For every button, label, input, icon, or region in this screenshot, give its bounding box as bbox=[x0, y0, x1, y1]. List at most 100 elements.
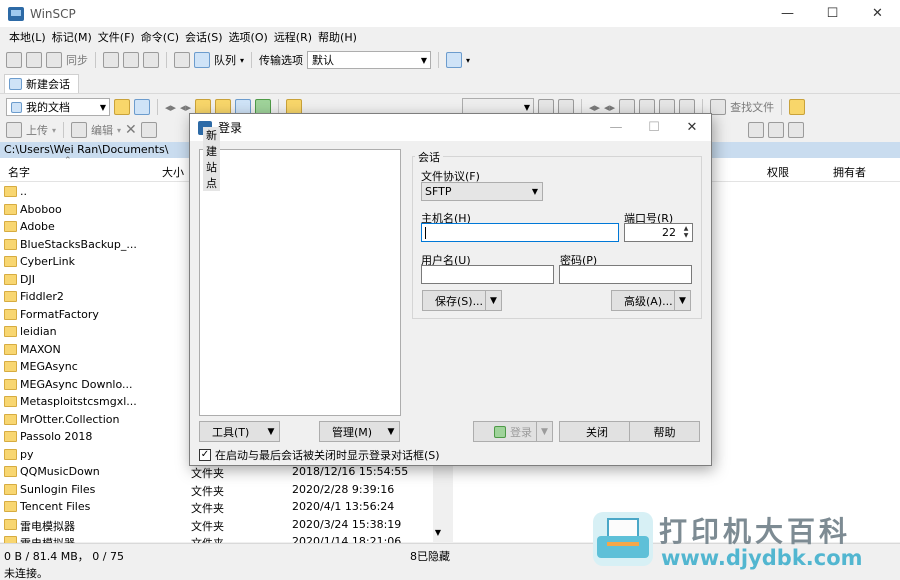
menu-bar: 本地(L) 标记(M) 文件(F) 命令(C) 会话(S) 选项(O) 远程(R… bbox=[0, 27, 900, 47]
copy-icon[interactable] bbox=[123, 52, 139, 68]
minus-icon[interactable] bbox=[768, 122, 784, 138]
folder-icon bbox=[4, 291, 17, 302]
file-row[interactable]: Tencent Files 文件夹 2020/4/1 13:56:24 bbox=[0, 498, 435, 515]
port-spinner-icon[interactable]: ▲ ▼ bbox=[681, 225, 691, 240]
upload-icon[interactable] bbox=[6, 122, 22, 138]
close-button[interactable]: 关闭 bbox=[559, 421, 635, 442]
upload-button[interactable]: 上传 bbox=[26, 122, 48, 138]
file-type: 文件夹 bbox=[191, 467, 224, 480]
login-button[interactable]: 登录 ▼ bbox=[473, 421, 553, 442]
file-name: MAXON bbox=[20, 342, 61, 356]
winscp-app-icon bbox=[8, 6, 24, 21]
queue-chevron-down-icon[interactable]: ▾ bbox=[240, 56, 244, 65]
maximize-button[interactable]: ☐ bbox=[810, 0, 855, 27]
login-arrow-icon bbox=[494, 425, 506, 438]
sync-browse-icon[interactable] bbox=[26, 52, 42, 68]
show-login-checkbox-row[interactable]: ✓ 在启动与最后会话被关闭时显示登录对话框(S) bbox=[199, 447, 440, 463]
chevron-down-icon[interactable]: ▼ bbox=[536, 422, 552, 441]
show-login-checkbox[interactable]: ✓ bbox=[199, 449, 211, 461]
close-window-button[interactable]: ✕ bbox=[855, 0, 900, 27]
chevron-down-icon[interactable]: ▼ bbox=[485, 291, 501, 310]
forward-icon[interactable]: ◂▸ bbox=[180, 101, 191, 114]
queue-icon[interactable] bbox=[194, 52, 210, 68]
folder-icon bbox=[4, 518, 17, 530]
minimize-button[interactable]: — bbox=[765, 0, 810, 27]
file-name: CyberLink bbox=[20, 255, 75, 268]
menu-options[interactable]: 选项(O) bbox=[226, 29, 271, 45]
menu-session[interactable]: 会话(S) bbox=[182, 29, 226, 45]
help-button-label: 帮助 bbox=[653, 425, 676, 439]
advanced-button[interactable]: 高级(A)... ▼ bbox=[611, 290, 691, 311]
local-location-select[interactable]: 我的文档 ▼ bbox=[6, 98, 110, 116]
edit-chevron-down-icon[interactable]: ▾ bbox=[117, 126, 121, 135]
site-item-new[interactable]: 新建站点 bbox=[203, 126, 220, 191]
file-date: 2020/3/24 15:38:19 bbox=[292, 517, 402, 531]
dialog-minimize-button: — bbox=[609, 120, 623, 135]
port-input[interactable]: 22 ▲ ▼ bbox=[624, 223, 693, 242]
chevron-down-icon: ▼ bbox=[267, 426, 275, 437]
parent-dir-icon bbox=[4, 186, 17, 197]
user-input[interactable] bbox=[421, 265, 554, 284]
remote-forward-icon[interactable]: ◂▸ bbox=[604, 101, 615, 114]
menu-local[interactable]: 本地(L) bbox=[6, 29, 49, 45]
column-rights[interactable]: 权限 bbox=[767, 164, 789, 180]
dialog-close-button[interactable]: ✕ bbox=[673, 114, 711, 141]
chevron-down-icon[interactable]: ▼ bbox=[674, 291, 690, 310]
manage-button[interactable]: 管理(M) ▼ bbox=[319, 421, 400, 442]
edit-icon[interactable] bbox=[71, 122, 88, 138]
tab-new-session[interactable]: 新建会话 bbox=[4, 74, 79, 93]
file-row[interactable]: Sunlogin Files 文件夹 2020/2/28 9:39:16 bbox=[0, 481, 435, 498]
menu-remote[interactable]: 远程(R) bbox=[271, 29, 315, 45]
transfer-options-select[interactable]: 默认 ▼ bbox=[307, 51, 432, 69]
dialog-title-bar: 登录 — ☐ ✕ bbox=[190, 114, 711, 141]
select-icon[interactable] bbox=[788, 122, 804, 138]
host-input[interactable] bbox=[421, 223, 619, 242]
remote-tree-icon[interactable] bbox=[789, 99, 806, 115]
menu-help[interactable]: 帮助(H) bbox=[315, 29, 360, 45]
help-button[interactable]: 帮助 bbox=[629, 421, 700, 442]
upload-chevron-down-icon[interactable]: ▾ bbox=[52, 126, 56, 135]
find-icon[interactable] bbox=[710, 99, 727, 115]
file-row[interactable]: 雷电模拟器 文件夹 2020/3/24 15:38:19 bbox=[0, 516, 435, 533]
find-files-button[interactable]: 查找文件 bbox=[730, 99, 774, 115]
remote-back-icon[interactable]: ◂▸ bbox=[589, 101, 600, 114]
sync-label[interactable]: 同步 bbox=[66, 52, 88, 68]
main-toolbar: 同步 队列 ▾ 传输选项 默认 ▼ ▾ bbox=[0, 48, 470, 72]
tools-button[interactable]: 工具(T) ▼ bbox=[199, 421, 280, 442]
globe-chevron-down-icon[interactable]: ▾ bbox=[466, 56, 470, 65]
back-icon[interactable]: ◂▸ bbox=[165, 101, 176, 114]
password-input[interactable] bbox=[559, 265, 692, 284]
menu-file[interactable]: 文件(F) bbox=[95, 29, 138, 45]
menu-mark[interactable]: 标记(M) bbox=[49, 29, 95, 45]
folder-icon bbox=[4, 256, 17, 267]
filter-icon[interactable] bbox=[134, 99, 150, 115]
column-owner[interactable]: 拥有者 bbox=[833, 164, 866, 180]
open-folder-icon[interactable] bbox=[114, 99, 130, 115]
globe-icon[interactable] bbox=[446, 52, 463, 68]
show-login-checkbox-label: 在启动与最后会话被关闭时显示登录对话框(S) bbox=[215, 449, 440, 462]
edit-button[interactable]: 编辑 bbox=[91, 122, 113, 138]
tools-button-label: 工具(T) bbox=[212, 425, 250, 439]
new-icon[interactable] bbox=[748, 122, 764, 138]
protocol-select[interactable]: SFTP ▼ bbox=[421, 182, 543, 201]
port-value: 22 bbox=[662, 226, 676, 239]
putty-icon[interactable] bbox=[143, 52, 159, 68]
column-name[interactable]: 名字 bbox=[8, 164, 30, 180]
folder-icon bbox=[4, 466, 17, 477]
column-size[interactable]: 大小 bbox=[162, 164, 184, 180]
menu-command[interactable]: 命令(C) bbox=[138, 29, 182, 45]
scroll-down-icon[interactable]: ▼ bbox=[433, 528, 443, 537]
chevron-down-icon: ▼ bbox=[531, 187, 538, 196]
delete-icon[interactable]: ✕ bbox=[125, 122, 137, 138]
site-tree[interactable]: 新建站点 bbox=[199, 126, 401, 416]
sync-icon[interactable] bbox=[46, 52, 62, 68]
gear-icon[interactable] bbox=[174, 52, 190, 68]
toolbar-separator bbox=[166, 52, 167, 68]
transfer-options-label: 传输选项 bbox=[259, 54, 304, 67]
save-button[interactable]: 保存(S)... ▼ bbox=[422, 290, 502, 311]
compare-dirs-icon[interactable] bbox=[6, 52, 22, 68]
rename-icon[interactable] bbox=[140, 122, 157, 138]
connection-status: 未连接。 bbox=[4, 567, 48, 580]
queue-button[interactable]: 队列 bbox=[214, 52, 236, 68]
console-icon[interactable] bbox=[103, 52, 119, 68]
